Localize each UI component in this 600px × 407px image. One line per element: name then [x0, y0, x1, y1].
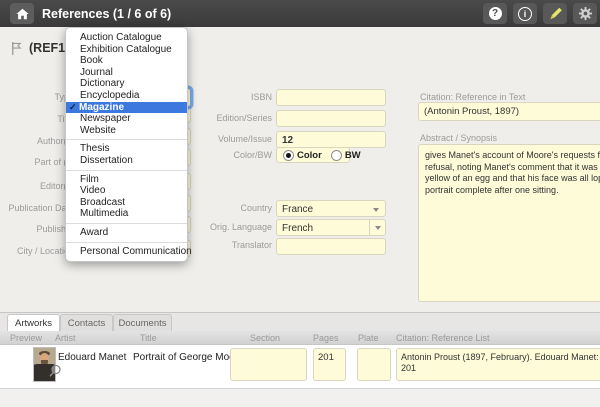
menu-item-film[interactable]: Film — [66, 174, 187, 186]
menu-separator — [66, 223, 187, 224]
publisher-label: Publisher — [0, 224, 74, 234]
row-pages-field[interactable]: 201 — [313, 348, 346, 381]
header-bar: References (1 / 6 of 6) ? i — [0, 0, 600, 27]
menu-item-book[interactable]: Book — [66, 55, 187, 67]
table-row[interactable]: Edouard Manet Portrait of George Moore 2… — [0, 345, 600, 388]
language-value: French — [282, 223, 313, 234]
country-value: France — [282, 204, 313, 215]
menu-item-award[interactable]: Award — [66, 227, 187, 239]
row-artist: Edouard Manet — [58, 352, 126, 363]
bw-radio[interactable] — [331, 150, 342, 161]
menu-item-label: Magazine — [79, 102, 124, 114]
menu-item-encyclopedia[interactable]: Encyclopedia — [66, 90, 187, 102]
app-window: References (1 / 6 of 6) ? i (REF1) L — [0, 0, 600, 407]
row-title: Portrait of George Moore — [133, 352, 244, 363]
editors-label: Editor(s) — [0, 181, 74, 191]
info-button[interactable]: i — [513, 3, 537, 24]
col-title: Title — [140, 331, 157, 345]
part-of-label: Part of (... — [0, 157, 74, 167]
edition-series-field[interactable] — [276, 110, 386, 127]
menu-item-thesis[interactable]: Thesis — [66, 143, 187, 155]
isbn-field[interactable] — [276, 89, 386, 106]
page-title: References (1 / 6 of 6) — [42, 7, 171, 21]
menu-item-newspaper[interactable]: Newspaper — [66, 113, 187, 125]
pencil-icon — [547, 6, 563, 22]
gear-icon — [578, 6, 593, 21]
color-radio[interactable] — [283, 150, 294, 161]
menu-item-exhibition-catalogue[interactable]: Exhibition Catalogue — [66, 44, 187, 56]
settings-button[interactable] — [573, 3, 597, 24]
chevron-down-icon — [373, 208, 379, 212]
row-plate-field[interactable] — [357, 348, 391, 381]
city-location-label: City / Location — [0, 246, 74, 256]
help-button[interactable]: ? — [483, 3, 507, 24]
tab-documents[interactable]: Documents — [113, 314, 172, 331]
flag-icon[interactable] — [10, 41, 23, 61]
footer-background — [0, 388, 600, 407]
citation-in-text-field[interactable]: (Antonin Proust, 1897) — [418, 102, 600, 121]
type-dropdown-menu: Auction Catalogue Exhibition Catalogue B… — [65, 27, 188, 262]
col-section: Section — [250, 331, 280, 345]
authors-label: Author(s) — [0, 136, 74, 146]
col-citation-reference-list: Citation: Reference List — [396, 331, 490, 345]
menu-item-auction-catalogue[interactable]: Auction Catalogue — [66, 32, 187, 44]
magnifier-icon[interactable] — [48, 364, 62, 383]
menu-separator — [66, 242, 187, 243]
menu-item-website[interactable]: Website — [66, 125, 187, 137]
abstract-label: Abstract / Synopsis — [420, 133, 600, 143]
tab-artworks[interactable]: Artworks — [7, 314, 60, 331]
row-citation-field[interactable]: Antonin Proust (1897, February). Edouard… — [396, 348, 600, 381]
menu-item-personal-communication[interactable]: Personal Communication — [66, 246, 187, 258]
abstract-field[interactable]: gives Manet's account of Moore's request… — [418, 144, 600, 302]
row-section-field[interactable] — [230, 348, 307, 381]
type-label: Type — [0, 92, 74, 102]
menu-item-magazine-selected[interactable]: ✓ Magazine — [66, 102, 187, 114]
artworks-table-header: Preview Artist Title Section Pages Plate… — [0, 331, 600, 345]
menu-item-dictionary[interactable]: Dictionary — [66, 78, 187, 90]
publication-date-label: Publication Date — [0, 203, 74, 213]
help-icon: ? — [489, 7, 502, 20]
menu-separator — [66, 139, 187, 140]
edit-button[interactable] — [543, 3, 567, 24]
language-combobox[interactable]: French — [276, 219, 386, 236]
info-icon: i — [518, 7, 532, 21]
chevron-down-icon — [375, 226, 381, 230]
color-bw-radiogroup: Color BW — [276, 147, 350, 163]
col-artist: Artist — [55, 331, 76, 345]
bw-radio-label: BW — [345, 150, 361, 161]
country-select[interactable]: France — [276, 200, 386, 217]
home-button[interactable] — [10, 3, 34, 24]
title-label: Title — [0, 114, 74, 124]
home-icon — [15, 7, 30, 21]
col-plate: Plate — [358, 331, 379, 345]
menu-item-journal[interactable]: Journal — [66, 67, 187, 79]
footer-tab-bar: Artworks Contacts Documents — [0, 312, 600, 331]
color-radio-label: Color — [297, 150, 322, 161]
menu-item-video[interactable]: Video — [66, 185, 187, 197]
menu-separator — [66, 170, 187, 171]
translator-field[interactable] — [276, 238, 386, 255]
col-preview: Preview — [10, 331, 42, 345]
col-pages: Pages — [313, 331, 339, 345]
volume-issue-field[interactable]: 12 — [276, 131, 386, 148]
menu-item-multimedia[interactable]: Multimedia — [66, 208, 187, 220]
checkmark-icon: ✓ — [69, 102, 79, 114]
menu-item-broadcast[interactable]: Broadcast — [66, 197, 187, 209]
menu-item-dissertation[interactable]: Dissertation — [66, 155, 187, 167]
tab-contacts[interactable]: Contacts — [60, 314, 113, 331]
citation-in-text-label: Citation: Reference in Text — [420, 92, 600, 102]
language-combo-button[interactable] — [369, 220, 385, 235]
